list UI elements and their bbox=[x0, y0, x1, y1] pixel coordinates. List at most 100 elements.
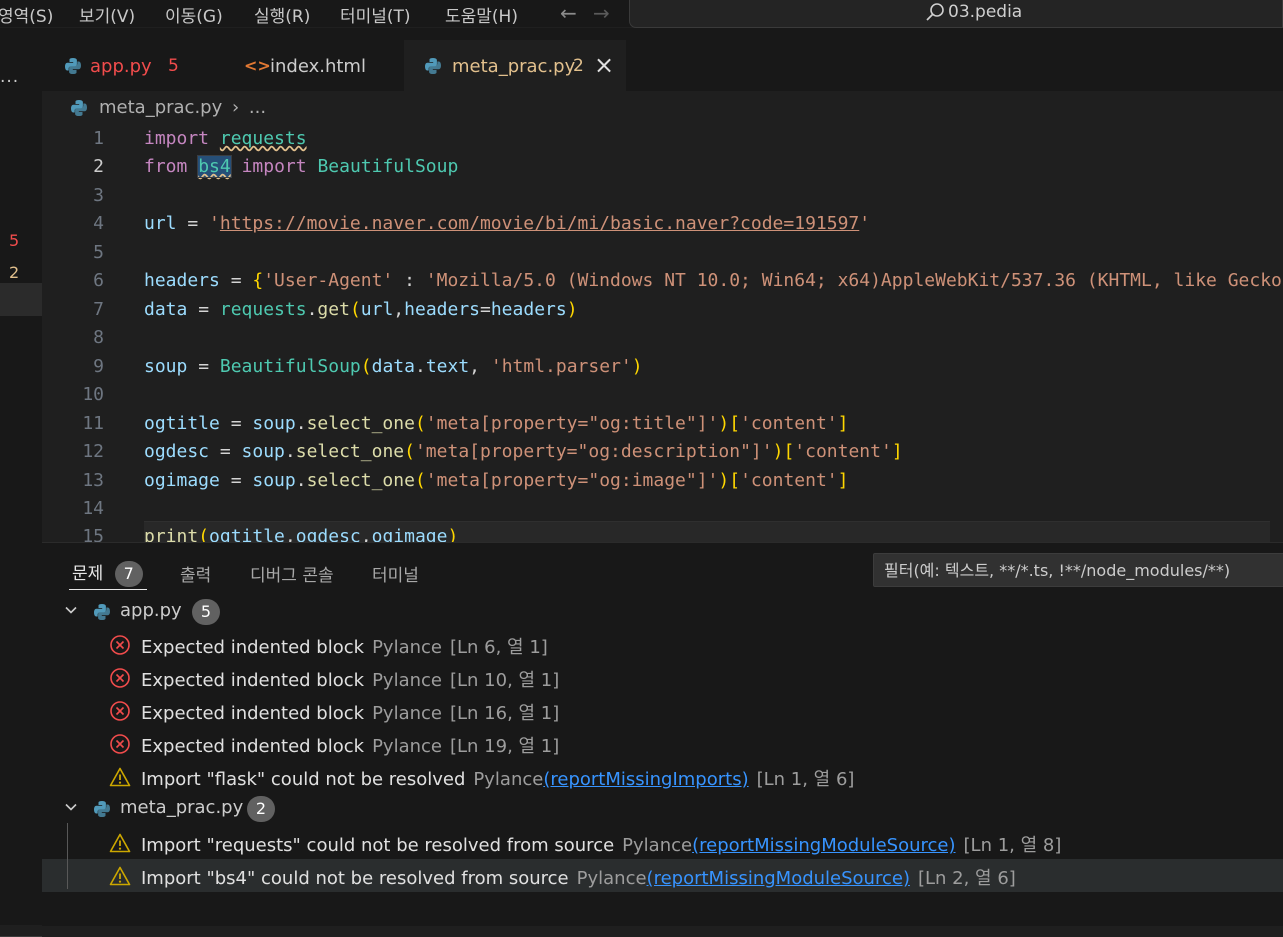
group-count-badge: 5 bbox=[192, 599, 220, 625]
tab-problem-count: 5 bbox=[168, 56, 179, 76]
line-number: 13 bbox=[82, 470, 104, 491]
code-line: 6 headers = {'User-Agent' : 'Mozilla/5.0… bbox=[42, 266, 1283, 294]
python-icon bbox=[94, 801, 110, 817]
code-line: 3 bbox=[42, 181, 1283, 209]
activity-bar: ··· 5 2 bbox=[0, 28, 42, 937]
line-number: 2 bbox=[93, 156, 104, 177]
code-line: 1 import requests bbox=[42, 124, 1283, 152]
tab-label: meta_prac.py bbox=[452, 56, 576, 77]
breadcrumb: meta_prac.py › ... bbox=[70, 97, 266, 118]
tab-terminal[interactable]: 터미널 bbox=[372, 561, 419, 586]
tab-app-py[interactable]: app.py 5 bbox=[42, 40, 218, 91]
problems-filter[interactable] bbox=[873, 553, 1283, 587]
filter-input[interactable] bbox=[874, 554, 1283, 586]
line-number: 10 bbox=[82, 384, 104, 405]
indent-guide bbox=[67, 823, 68, 889]
problem-item[interactable]: Import "requests" could not be resolved … bbox=[42, 826, 1283, 859]
breadcrumb-symbols[interactable]: ... bbox=[249, 97, 266, 118]
tab-debug-console[interactable]: 디버그 콘솔 bbox=[250, 561, 334, 586]
code-line: 2 from bs4 import BeautifulSoup bbox=[42, 152, 1283, 180]
menu-bar: 영역(S) 보기(V) 이동(G) 실행(R) 터미널(T) 도움말(H) ← … bbox=[0, 0, 1283, 28]
line-number: 7 bbox=[93, 299, 104, 320]
rule-link[interactable]: (reportMissingModuleSource) bbox=[692, 835, 955, 856]
line-number: 3 bbox=[93, 185, 104, 206]
tab-problem-count: 2 bbox=[573, 56, 584, 76]
code-line: 11 ogtitle = soup.select_one('meta[prope… bbox=[42, 409, 1283, 437]
back-arrow-icon[interactable]: ← bbox=[560, 1, 577, 25]
tab-output[interactable]: 출력 bbox=[180, 561, 211, 586]
menu-terminal[interactable]: 터미널(T) bbox=[340, 2, 411, 27]
chevron-down-icon[interactable] bbox=[63, 799, 79, 815]
code-line: 12 ogdesc = soup.select_one('meta[proper… bbox=[42, 437, 1283, 465]
line-number: 4 bbox=[93, 213, 104, 234]
problems-count-badge: 7 bbox=[114, 561, 143, 587]
error-count-badge: 5 bbox=[9, 231, 20, 250]
menu-go[interactable]: 이동(G) bbox=[165, 2, 223, 27]
more-actions-icon[interactable]: ··· bbox=[0, 72, 19, 92]
problem-item-selected[interactable]: Import "bs4" could not be resolved from … bbox=[42, 859, 1283, 892]
chevron-down-icon[interactable] bbox=[63, 602, 79, 618]
menu-help[interactable]: 도움말(H) bbox=[445, 2, 518, 27]
error-icon bbox=[110, 734, 130, 754]
error-icon bbox=[110, 668, 130, 688]
selected-row-highlight bbox=[0, 283, 42, 316]
code-line: 13 ogimage = soup.select_one('meta[prope… bbox=[42, 466, 1283, 494]
editor-tab-bar: app.py 5 <> index.html meta_prac.py 2 × bbox=[42, 28, 1283, 91]
command-center-label: 03.pedia bbox=[948, 2, 1023, 22]
tab-problems[interactable]: 문제 7 bbox=[72, 559, 143, 587]
problem-group-app-py[interactable]: app.py 5 bbox=[42, 596, 1283, 629]
search-icon bbox=[926, 3, 944, 21]
tab-meta-prac-py[interactable]: meta_prac.py 2 × bbox=[404, 40, 626, 91]
command-center-search[interactable]: 03.pedia bbox=[629, 0, 1283, 28]
python-icon bbox=[425, 58, 441, 74]
line-number: 12 bbox=[82, 441, 104, 462]
error-icon bbox=[110, 635, 130, 655]
python-icon bbox=[94, 604, 110, 620]
problem-item[interactable]: Expected indented block Pylance [Ln 10, 열 … bbox=[42, 661, 1283, 694]
code-line: 15 print(ogtitle,ogdesc,ogimage) bbox=[42, 522, 1283, 542]
problem-item[interactable]: Expected indented block Pylance [Ln 6, 열 1… bbox=[42, 628, 1283, 661]
code-line: 10 bbox=[42, 380, 1283, 408]
python-icon bbox=[65, 58, 81, 74]
warning-icon bbox=[109, 866, 131, 886]
warning-count-badge: 2 bbox=[9, 263, 20, 282]
menu-view[interactable]: 보기(V) bbox=[79, 2, 135, 27]
line-number: 14 bbox=[82, 498, 104, 519]
url-link: https://movie.naver.com/movie/bi/mi/basi… bbox=[219, 213, 860, 234]
problem-item[interactable]: Expected indented block Pylance [Ln 16, 열 … bbox=[42, 694, 1283, 727]
line-number: 9 bbox=[93, 356, 104, 377]
code-line: 8 bbox=[42, 323, 1283, 351]
breadcrumb-separator: › bbox=[231, 97, 240, 118]
line-number: 15 bbox=[82, 526, 104, 542]
line-number: 5 bbox=[93, 242, 104, 263]
warning-icon bbox=[109, 833, 131, 853]
line-number: 1 bbox=[93, 128, 104, 149]
problem-item[interactable]: Import "flask" could not be resolved Pyla… bbox=[42, 760, 1283, 793]
line-number: 11 bbox=[82, 413, 104, 434]
rule-link[interactable]: (reportMissingModuleSource) bbox=[647, 868, 910, 889]
code-line: 4 url = 'https://movie.naver.com/movie/b… bbox=[42, 209, 1283, 237]
rule-link[interactable]: (reportMissingImports) bbox=[543, 769, 748, 790]
html-icon: <> bbox=[244, 56, 271, 75]
menu-run[interactable]: 실행(R) bbox=[254, 2, 310, 27]
group-count-badge: 2 bbox=[247, 796, 275, 822]
breadcrumb-file[interactable]: meta_prac.py bbox=[99, 97, 222, 118]
code-line: 7 data = requests.get(url,headers=header… bbox=[42, 295, 1283, 323]
line-number: 6 bbox=[93, 270, 104, 291]
group-file-name: meta_prac.py bbox=[120, 797, 244, 818]
tab-index-html[interactable]: <> index.html bbox=[219, 40, 562, 91]
code-line: 5 bbox=[42, 238, 1283, 266]
error-icon bbox=[110, 701, 130, 721]
menu-selection[interactable]: 영역(S) bbox=[0, 2, 53, 27]
close-icon[interactable]: × bbox=[594, 51, 614, 79]
tab-label: app.py bbox=[90, 56, 152, 77]
python-icon bbox=[71, 100, 87, 116]
line-number: 8 bbox=[93, 327, 104, 348]
code-editor[interactable]: 1 import requests 2 from bs4 import Beau… bbox=[42, 124, 1283, 542]
warning-icon bbox=[109, 767, 131, 787]
problem-item[interactable]: Expected indented block Pylance [Ln 19, 열 … bbox=[42, 727, 1283, 760]
tab-label: index.html bbox=[270, 56, 366, 77]
problem-group-meta-prac-py[interactable]: meta_prac.py 2 bbox=[42, 793, 1283, 826]
forward-arrow-icon[interactable]: → bbox=[593, 1, 610, 25]
active-tab-underline bbox=[69, 589, 147, 590]
